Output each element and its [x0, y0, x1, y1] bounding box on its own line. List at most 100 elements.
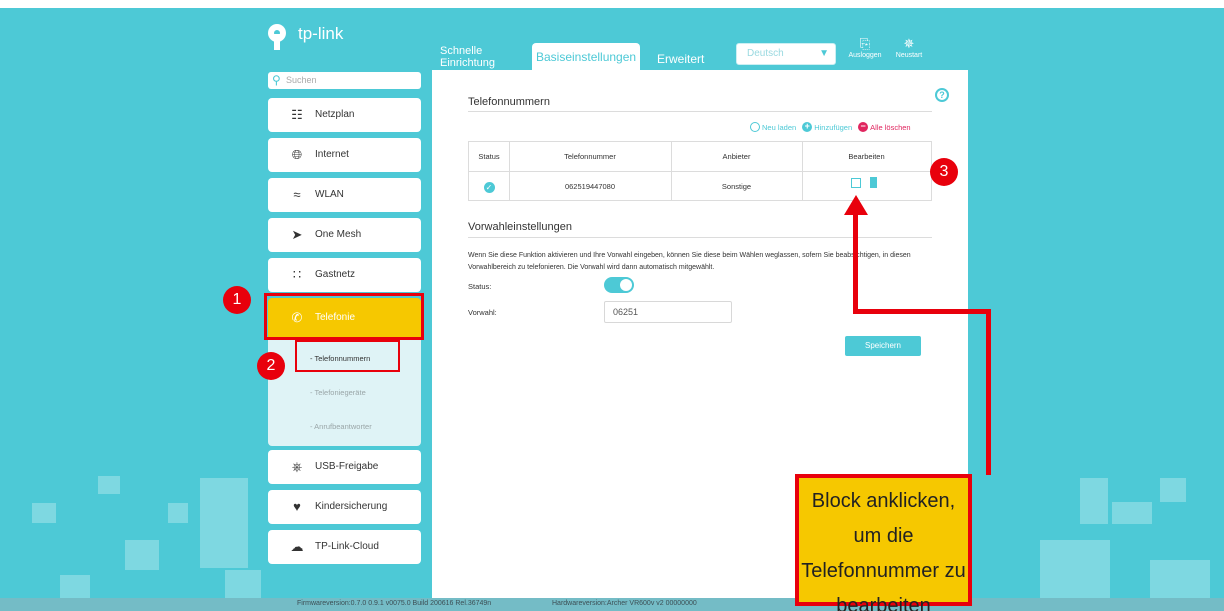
sidebar-item-label: USB-Freigabe	[315, 461, 379, 472]
restart-icon: ✵	[903, 36, 915, 51]
parental-heart-icon: ♥	[293, 499, 301, 514]
arrow-shaft	[986, 309, 991, 475]
decor-block	[1040, 540, 1110, 598]
sidebar-item-label: TP-Link-Cloud	[315, 541, 379, 552]
restart-label: Neustart	[895, 52, 923, 59]
arrow-shaft	[853, 210, 858, 313]
table-header-number: Telefonnummer	[564, 152, 616, 161]
decor-block	[32, 503, 56, 523]
logout-button[interactable]: ⎘ Ausloggen	[845, 36, 885, 59]
decor-block	[200, 478, 248, 568]
restart-button[interactable]: ✵ Neustart	[889, 36, 929, 59]
edit-icon[interactable]	[851, 178, 861, 188]
logout-label: Ausloggen	[848, 52, 882, 59]
add-label: Hinzufügen	[814, 122, 853, 132]
sidebar-item-label: One Mesh	[315, 229, 362, 240]
guest-network-icon: ∷	[292, 267, 302, 282]
submenu-anrufbeantworter[interactable]: - Anrufbeantworter	[310, 422, 372, 431]
sidebar-item-label: Internet	[315, 149, 349, 160]
help-icon[interactable]: ?	[935, 88, 949, 102]
reload-label: Neu laden	[762, 122, 797, 132]
tp-link-logo[interactable]: tp-link	[268, 24, 343, 50]
sidebar-item-tp-link-cloud[interactable]: ☁ TP-Link-Cloud	[268, 530, 421, 564]
arrow-shaft	[853, 309, 991, 314]
tab-quick-setup[interactable]: Schnelle Einrichtung	[440, 45, 506, 69]
arrow-head	[844, 195, 868, 215]
phone-numbers-title: Telefonnummern	[468, 96, 550, 108]
row-number-cell: 062519447080	[564, 182, 616, 191]
delete-all-label: Alle löschen	[870, 122, 911, 132]
step-badge-1: 1	[223, 286, 251, 314]
decor-block	[168, 503, 188, 523]
instruction-callout: Block anklicken, um die Telefonnummer zu…	[795, 474, 972, 611]
prefix-label: Vorwahl:	[468, 308, 497, 317]
search-placeholder: Suchen	[286, 75, 317, 85]
table-actions: Neu laden + Hinzufügen − Alle löschen	[744, 122, 911, 132]
sidebar-item-gastnetz[interactable]: ∷ Gastnetz	[268, 258, 421, 292]
logout-icon: ⎘	[859, 36, 871, 51]
tab-basic-settings[interactable]: Basiseinstellungen	[532, 43, 641, 70]
prefix-input[interactable]: 06251	[604, 301, 732, 323]
decor-block	[1112, 502, 1152, 524]
sidebar-item-label: Kindersicherung	[315, 501, 388, 512]
decor-block	[125, 540, 159, 570]
language-value: Deutsch	[747, 48, 784, 59]
decor-block	[98, 476, 120, 494]
sidebar-item-label: Netzplan	[315, 109, 355, 120]
check-circle-icon: ✓	[483, 181, 495, 193]
sidebar-item-usb-freigabe[interactable]: ⎈ USB-Freigabe	[268, 450, 421, 484]
row-provider-cell: Sonstige	[721, 182, 752, 191]
top-white-strip	[0, 0, 1224, 8]
decor-block	[225, 570, 261, 598]
language-select[interactable]: Deutsch ▼	[736, 43, 836, 65]
globe-icon: 🌐︎	[291, 147, 303, 162]
step-badge-2: 2	[257, 352, 285, 380]
wifi-icon: ≈	[293, 187, 301, 202]
mesh-icon: ➤	[291, 227, 303, 242]
divider	[468, 237, 932, 238]
decor-block	[60, 575, 90, 598]
sidebar-item-label: Gastnetz	[315, 269, 356, 280]
search-input[interactable]: ⚲ Suchen	[268, 72, 421, 89]
status-toggle[interactable]	[604, 277, 634, 293]
divider	[468, 111, 932, 112]
plus-icon: +	[802, 122, 813, 132]
sidebar-item-netzplan[interactable]: ☷ Netzplan	[268, 98, 421, 132]
reload-button[interactable]: Neu laden	[750, 122, 796, 132]
table-header-status: Status	[478, 152, 500, 161]
logo-text: tp-link	[298, 24, 344, 43]
prefix-description: Wenn Sie diese Funktion aktivieren und I…	[468, 252, 911, 271]
delete-all-button[interactable]: − Alle löschen	[858, 122, 911, 132]
add-button[interactable]: + Hinzufügen	[802, 122, 852, 132]
save-button[interactable]: Speichern	[845, 336, 921, 356]
table-header-provider: Anbieter	[722, 152, 751, 161]
hardware-version: Hardwareversion:Archer VR600v v2 0000000…	[552, 600, 697, 607]
tab-advanced[interactable]: Erweitert	[657, 52, 704, 66]
decor-block	[1150, 560, 1210, 598]
table-header-edit: Bearbeiten	[848, 152, 885, 161]
prefix-settings-title: Vorwahleinstellungen	[468, 221, 572, 233]
step-badge-3: 3	[930, 158, 958, 186]
sidebar-item-label: WLAN	[315, 189, 344, 200]
decor-block	[1080, 478, 1108, 524]
cloud-icon: ☁	[290, 539, 304, 554]
status-label: Status:	[468, 282, 492, 291]
submenu-telefoniegeraete[interactable]: - Telefoniegeräte	[310, 388, 366, 397]
minus-icon: −	[858, 122, 869, 132]
phone-numbers-table: Status Telefonnummer Anbieter Bearbeiten…	[468, 141, 932, 201]
toggle-knob	[620, 279, 632, 291]
tp-link-logo-icon	[268, 24, 294, 50]
sidebar-item-wlan[interactable]: ≈ WLAN	[268, 178, 421, 212]
sidebar-item-internet[interactable]: 🌐︎ Internet	[268, 138, 421, 172]
chevron-down-icon: ▼	[819, 48, 829, 59]
reload-icon	[750, 122, 760, 132]
firmware-version: Firmwareversion:0.7.0 0.9.1 v0075.0 Buil…	[297, 600, 492, 607]
sidebar-item-one-mesh[interactable]: ➤ One Mesh	[268, 218, 421, 252]
tab-quick-setup-label: Schnelle Einrichtung	[440, 45, 496, 69]
row-status-cell: ✓	[469, 172, 509, 201]
usb-icon: ⎈	[291, 459, 303, 474]
decor-block	[1160, 478, 1186, 502]
sidebar-item-kindersicherung[interactable]: ♥ Kindersicherung	[268, 490, 421, 524]
highlight-telefonie	[264, 293, 424, 340]
trash-icon[interactable]	[870, 177, 877, 188]
